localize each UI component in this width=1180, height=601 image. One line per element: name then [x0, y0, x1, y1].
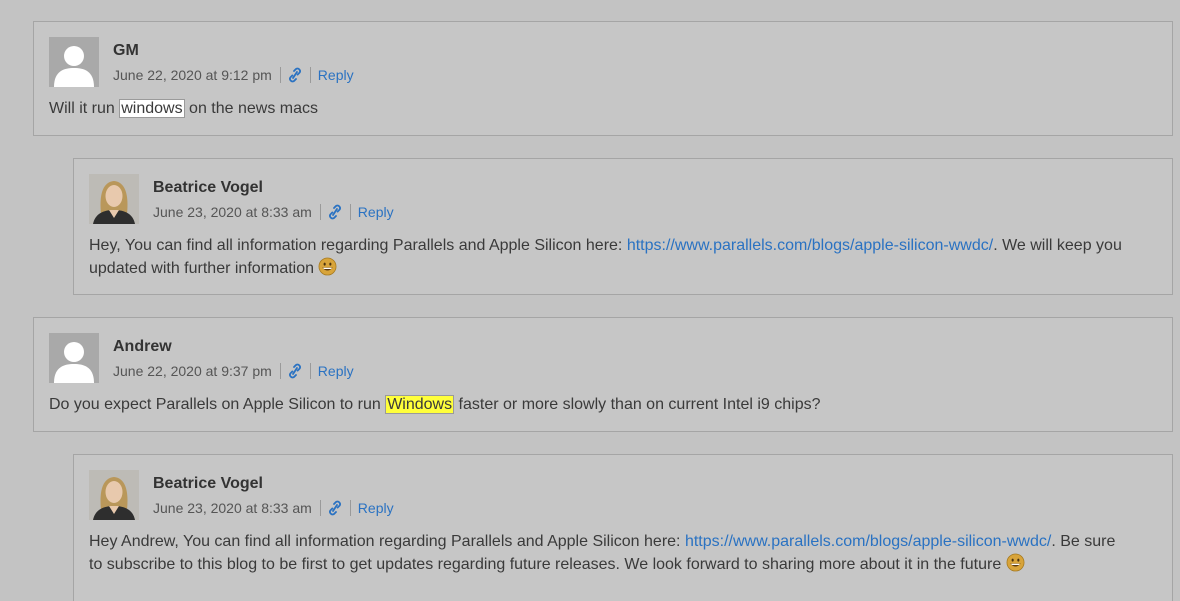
- permalink-icon[interactable]: [288, 67, 302, 83]
- comment-meta: June 23, 2020 at 8:33 am Reply: [153, 202, 394, 222]
- comment-text: Do you expect Parallels on Apple Silicon…: [49, 396, 386, 413]
- comment-text: Hey Andrew, You can find all information…: [89, 533, 685, 550]
- comment-text: on the news macs: [184, 100, 318, 117]
- comment-author[interactable]: Andrew: [113, 337, 172, 357]
- search-highlight: Windows: [385, 395, 455, 414]
- author-photo-avatar: [89, 174, 139, 224]
- default-avatar-icon: [49, 37, 99, 87]
- separator: [319, 204, 321, 220]
- comment-author[interactable]: Beatrice Vogel: [153, 474, 263, 494]
- comment-body: Will it run windows on the news macs: [49, 98, 1132, 120]
- reply-link[interactable]: Reply: [358, 498, 394, 518]
- comment-body: Hey Andrew, You can find all information…: [89, 531, 1132, 579]
- comment-andrew: Andrew June 22, 2020 at 9:37 pm Reply Do…: [33, 317, 1173, 432]
- comment-text: Will it run: [49, 100, 120, 117]
- separator: [279, 363, 281, 379]
- default-avatar-icon: [49, 333, 99, 383]
- permalink-icon[interactable]: [288, 363, 302, 379]
- comment-body: Hey, You can find all information regard…: [89, 235, 1132, 283]
- search-highlight: windows: [119, 99, 185, 118]
- separator: [309, 67, 311, 83]
- parallels-blog-link[interactable]: https://www.parallels.com/blogs/apple-si…: [627, 237, 993, 254]
- reply-link[interactable]: Reply: [358, 202, 394, 222]
- comment-meta: June 23, 2020 at 8:33 am Reply: [153, 498, 394, 518]
- comment-date[interactable]: June 23, 2020 at 8:33 am: [153, 202, 312, 222]
- parallels-blog-link[interactable]: https://www.parallels.com/blogs/apple-si…: [685, 533, 1051, 550]
- comment-text: faster or more slowly than on current In…: [454, 396, 821, 413]
- comment-date[interactable]: June 22, 2020 at 9:37 pm: [113, 361, 272, 381]
- grinning-emoji-icon: [1006, 553, 1025, 579]
- grinning-emoji-icon: [318, 257, 337, 283]
- separator: [319, 500, 321, 516]
- comment-body: Do you expect Parallels on Apple Silicon…: [49, 394, 1132, 416]
- separator: [349, 204, 351, 220]
- comment-reply-beatrice: Beatrice Vogel June 23, 2020 at 8:33 am …: [73, 158, 1173, 295]
- comment-text: Hey, You can find all information regard…: [89, 237, 627, 254]
- comment-author[interactable]: GM: [113, 41, 139, 61]
- comment-meta: June 22, 2020 at 9:12 pm Reply: [113, 65, 354, 85]
- reply-link[interactable]: Reply: [318, 361, 354, 381]
- comment-meta: June 22, 2020 at 9:37 pm Reply: [113, 361, 354, 381]
- permalink-icon[interactable]: [328, 500, 342, 516]
- permalink-icon[interactable]: [328, 204, 342, 220]
- author-photo-avatar: [89, 470, 139, 520]
- separator: [279, 67, 281, 83]
- comment-date[interactable]: June 22, 2020 at 9:12 pm: [113, 65, 272, 85]
- comment-gm: GM June 22, 2020 at 9:12 pm Reply Will i…: [33, 21, 1173, 136]
- comment-author[interactable]: Beatrice Vogel: [153, 178, 263, 198]
- separator: [349, 500, 351, 516]
- reply-link[interactable]: Reply: [318, 65, 354, 85]
- comment-date[interactable]: June 23, 2020 at 8:33 am: [153, 498, 312, 518]
- comment-reply-beatrice: Beatrice Vogel June 23, 2020 at 8:33 am …: [73, 454, 1173, 601]
- separator: [309, 363, 311, 379]
